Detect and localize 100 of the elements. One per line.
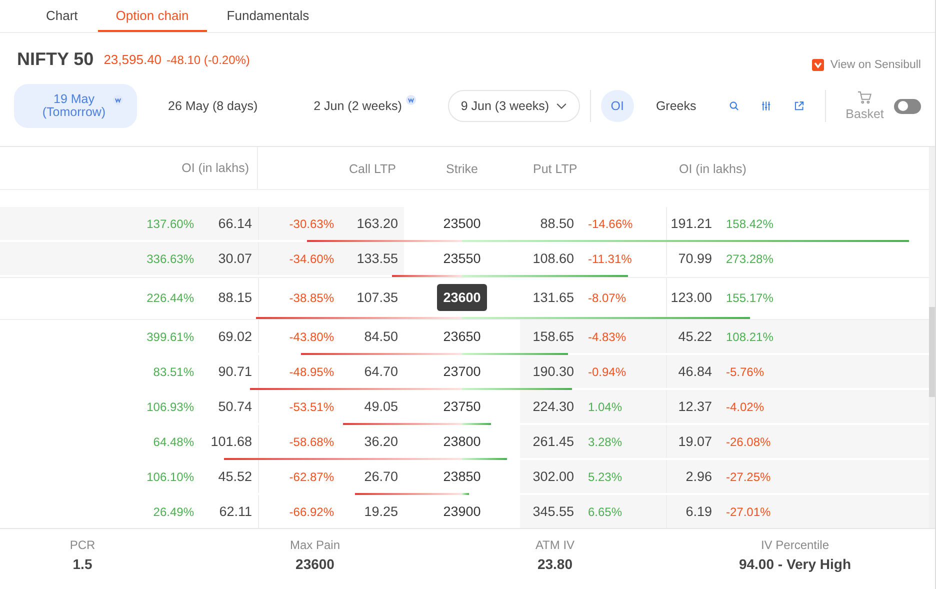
- table-cell-text: 131.65: [532, 289, 575, 307]
- search-icon[interactable]: [729, 100, 740, 112]
- table-cell: -62.87%: [258, 460, 340, 493]
- table-cell: -5.76%: [718, 355, 929, 388]
- table-cell: 66.14: [200, 207, 258, 240]
- table-cell: -4.02%: [718, 390, 929, 423]
- price-change: -48.10 (-0.20%): [166, 52, 250, 66]
- column-header: OI (in lakhs): [678, 162, 748, 176]
- table-cell: 345.55: [520, 495, 580, 528]
- table-cell-text: 64.70: [363, 363, 399, 381]
- strike-cell: 23500: [443, 216, 481, 231]
- table-cell: 302.00: [520, 460, 580, 493]
- table-cell-text: 101.68: [210, 433, 253, 451]
- table-cell-text: 26.70: [363, 468, 399, 486]
- strike-cell: 23600: [437, 284, 487, 311]
- table-cell-text: 106.93%: [146, 398, 195, 416]
- strike-cell: 23850: [443, 469, 481, 484]
- price: 23,595.40: [104, 52, 162, 67]
- column-header: Put LTP: [532, 162, 578, 176]
- basket-toggle[interactable]: [894, 98, 922, 114]
- strike-cell: 23650: [443, 329, 481, 344]
- stat-value: 23600: [296, 556, 334, 572]
- table-cell-text: 62.11: [218, 503, 253, 521]
- stat-label: ATM IV: [535, 538, 575, 552]
- table-cell-text: 49.05: [363, 398, 399, 416]
- table-cell-text: 273.28%: [725, 250, 774, 268]
- table-cell-text: 69.02: [217, 328, 253, 346]
- table-cell: 190.30: [520, 355, 580, 388]
- table-cell: 6.65%: [580, 495, 666, 528]
- table-cell-text: 88.50: [539, 215, 575, 233]
- column-header: Strike: [445, 162, 479, 176]
- cart-icon: [857, 91, 872, 104]
- table-cell-text: 50.74: [217, 398, 253, 416]
- strike-cell: 23800: [443, 434, 481, 449]
- table-cell-text: 45.52: [217, 468, 253, 486]
- expiry-dropdown[interactable]: 9 Jun (3 weeks): [448, 90, 580, 122]
- weekly-icon: [113, 95, 123, 105]
- expiry-tab[interactable]: 26 May (8 days): [143, 84, 283, 128]
- table-cell-text: 90.71: [217, 363, 253, 381]
- table-cell: 12.37: [666, 390, 718, 423]
- table-cell-text: 36.20: [363, 433, 399, 451]
- table-cell: 70.99: [666, 242, 718, 275]
- table-cell-text: 106.10%: [146, 468, 195, 486]
- table-cell: 261.45: [520, 425, 580, 458]
- table-cell: -66.92%: [258, 495, 340, 528]
- sliders-icon[interactable]: [761, 100, 772, 112]
- table-cell-text: 26.49%: [152, 504, 195, 520]
- table-cell-text: 19.25: [363, 503, 399, 521]
- table-cell-text: 155.17%: [725, 290, 774, 306]
- chevron-down-icon: [556, 102, 567, 110]
- tab[interactable]: Fundamentals: [208, 0, 328, 32]
- strike-cell: 23700: [443, 364, 481, 379]
- stat-value: 1.5: [72, 556, 92, 572]
- table-cell-text: 158.42%: [725, 216, 774, 232]
- tab[interactable]: Chart: [28, 0, 96, 32]
- table-cell: 46.84: [666, 355, 718, 388]
- table-cell: -26.08%: [718, 425, 929, 458]
- table-cell: 30.07: [200, 242, 258, 275]
- strike-cell: 23750: [443, 399, 481, 414]
- external-link-icon[interactable]: [794, 100, 804, 112]
- table-cell: 336.63%: [0, 242, 200, 275]
- weekly-icon: [406, 95, 416, 105]
- table-cell: 5.23%: [580, 460, 666, 493]
- table-cell-text: -14.66%: [587, 216, 634, 232]
- table-cell: -53.51%: [258, 390, 340, 423]
- stat-label: Max Pain: [290, 538, 340, 552]
- view-on-sensibull-link[interactable]: View on Sensibull: [830, 58, 921, 70]
- strike-cell: 23900: [443, 504, 481, 519]
- stat-value: 94.00 - Very High: [738, 556, 852, 572]
- table-cell: -4.83%: [580, 320, 666, 353]
- scrollbar[interactable]: [929, 147, 935, 528]
- table-cell: 1.04%: [580, 390, 666, 423]
- table-cell-text: 83.51%: [152, 364, 195, 380]
- column-header: Call LTP: [348, 162, 397, 176]
- strike-cell: 23550: [443, 251, 481, 266]
- sensibull-logo-icon: [812, 58, 824, 70]
- table-cell: -27.25%: [718, 460, 929, 493]
- instrument-name: NIFTY 50: [17, 49, 94, 70]
- table-cell: -34.60%: [258, 242, 340, 275]
- stat-label: PCR: [70, 538, 96, 552]
- stat-value: 23.80: [537, 556, 573, 572]
- table-cell: 6.19: [666, 495, 718, 528]
- table-cell: 137.60%: [0, 207, 200, 240]
- table-cell-text: 84.50: [363, 328, 399, 346]
- table-cell-text: 107.35: [356, 289, 399, 307]
- table-cell-text: -8.07%: [587, 290, 628, 306]
- stat-label: IV Percentile: [760, 538, 830, 552]
- table-cell-text: 64.48%: [152, 434, 195, 450]
- expiry-tab[interactable]: 2 Jun (2 weeks): [288, 84, 430, 128]
- table-cell: 224.30: [520, 390, 580, 423]
- column-header: OI (in lakhs): [0, 147, 258, 190]
- table-cell: 45.22: [666, 320, 718, 353]
- table-cell: 163.20: [340, 207, 404, 240]
- table-cell: 108.21%: [718, 320, 929, 353]
- view-tab[interactable]: Greeks: [646, 90, 706, 122]
- table-cell: 158.65: [520, 320, 580, 353]
- table-cell: -27.01%: [718, 495, 929, 528]
- table-cell: -30.63%: [258, 207, 340, 240]
- table-cell: 2.96: [666, 460, 718, 493]
- table-cell-text: 108.60: [532, 250, 575, 268]
